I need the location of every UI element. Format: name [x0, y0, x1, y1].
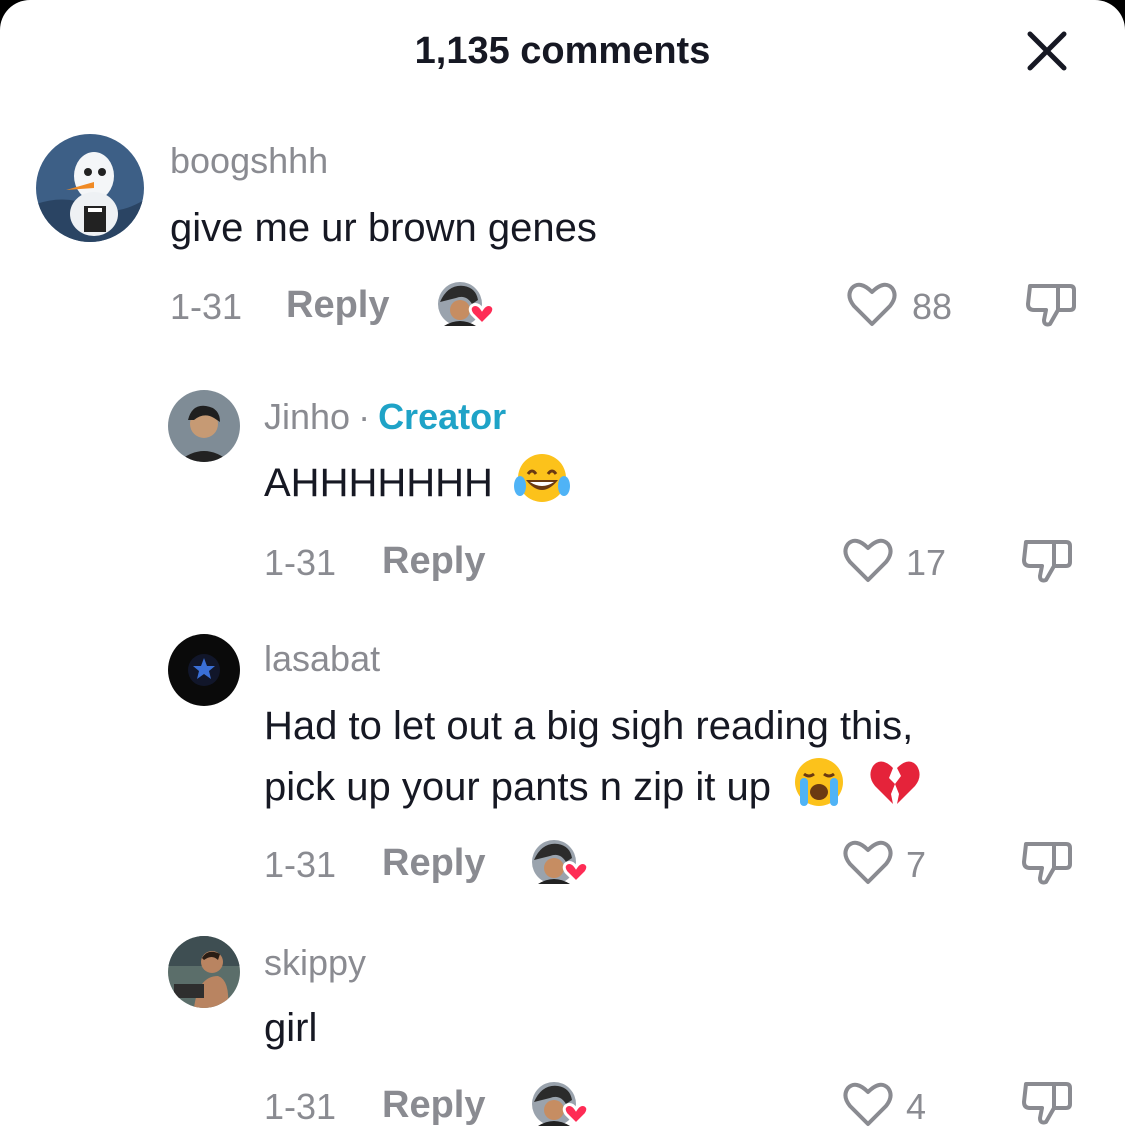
- comment-username[interactable]: Jinho · Creator: [264, 396, 506, 438]
- dislike-button[interactable]: [1020, 534, 1074, 593]
- comment-username[interactable]: skippy: [264, 942, 366, 984]
- heart-outline-icon[interactable]: [842, 838, 894, 886]
- dislike-button[interactable]: [1020, 1076, 1074, 1132]
- avatar[interactable]: [168, 634, 240, 706]
- like-count: 17: [906, 542, 947, 583]
- close-icon[interactable]: [1020, 24, 1074, 78]
- comment-date: 1-31: [264, 1086, 337, 1127]
- like-count: 88: [912, 286, 953, 327]
- dislike-button[interactable]: [1020, 836, 1074, 895]
- username-text[interactable]: Jinho: [264, 396, 350, 437]
- thumbs-down-icon[interactable]: [1024, 278, 1078, 332]
- creator-liked-badge: [530, 838, 592, 890]
- comment-text: girl: [264, 1006, 318, 1050]
- comment-text: give me ur brown genes: [170, 206, 597, 250]
- like-count: 4: [906, 1086, 927, 1127]
- heart-outline-icon[interactable]: [846, 280, 898, 328]
- like-button[interactable]: [842, 838, 894, 891]
- reply-button[interactable]: Reply: [286, 284, 389, 327]
- comment-date: 1-31: [264, 542, 337, 583]
- close-button[interactable]: [1020, 24, 1074, 78]
- heart-outline-icon[interactable]: [842, 1080, 894, 1128]
- comment-text-line: pick up your pants n zip it up: [264, 756, 923, 817]
- separator-dot: ·: [358, 396, 371, 437]
- comment-text: AHHHHHHH: [264, 452, 571, 513]
- like-button[interactable]: [842, 1080, 894, 1132]
- comment-date: 1-31: [170, 286, 243, 327]
- creator-liked-badge: [530, 1080, 592, 1132]
- reply-button[interactable]: Reply: [382, 540, 485, 583]
- like-count: 7: [906, 844, 927, 885]
- thumbs-down-icon[interactable]: [1020, 1076, 1074, 1130]
- avatar[interactable]: [168, 390, 240, 462]
- comment-username[interactable]: lasabat: [264, 638, 380, 680]
- comment-date: 1-31: [264, 844, 337, 885]
- reply-button[interactable]: Reply: [382, 1084, 485, 1127]
- like-button[interactable]: [842, 536, 894, 589]
- creator-liked-badge: [436, 280, 498, 332]
- comment-text-body: pick up your pants n zip it up: [264, 765, 771, 809]
- avatar[interactable]: [168, 936, 240, 1008]
- reply-button[interactable]: Reply: [382, 842, 485, 885]
- dislike-button[interactable]: [1024, 278, 1078, 337]
- like-button[interactable]: [846, 280, 898, 333]
- creator-label: Creator: [378, 396, 507, 437]
- thumbs-down-icon[interactable]: [1020, 534, 1074, 588]
- comment-text-body: AHHHHHHH: [264, 461, 493, 505]
- comment-username[interactable]: boogshhh: [170, 140, 328, 182]
- avatar[interactable]: [36, 134, 144, 242]
- broken-heart-icon: [870, 761, 920, 804]
- comments-count-title: 1,135 comments: [414, 30, 711, 72]
- face-with-tears-of-joy-icon: [514, 454, 571, 502]
- heart-outline-icon[interactable]: [842, 536, 894, 584]
- comments-sheet: 1,135 comments boogshhh give me ur brown…: [0, 0, 1125, 1132]
- comment-text-line: Had to let out a big sigh reading this,: [264, 704, 914, 748]
- thumbs-down-icon[interactable]: [1020, 836, 1074, 890]
- loudly-crying-face-icon: [795, 758, 844, 806]
